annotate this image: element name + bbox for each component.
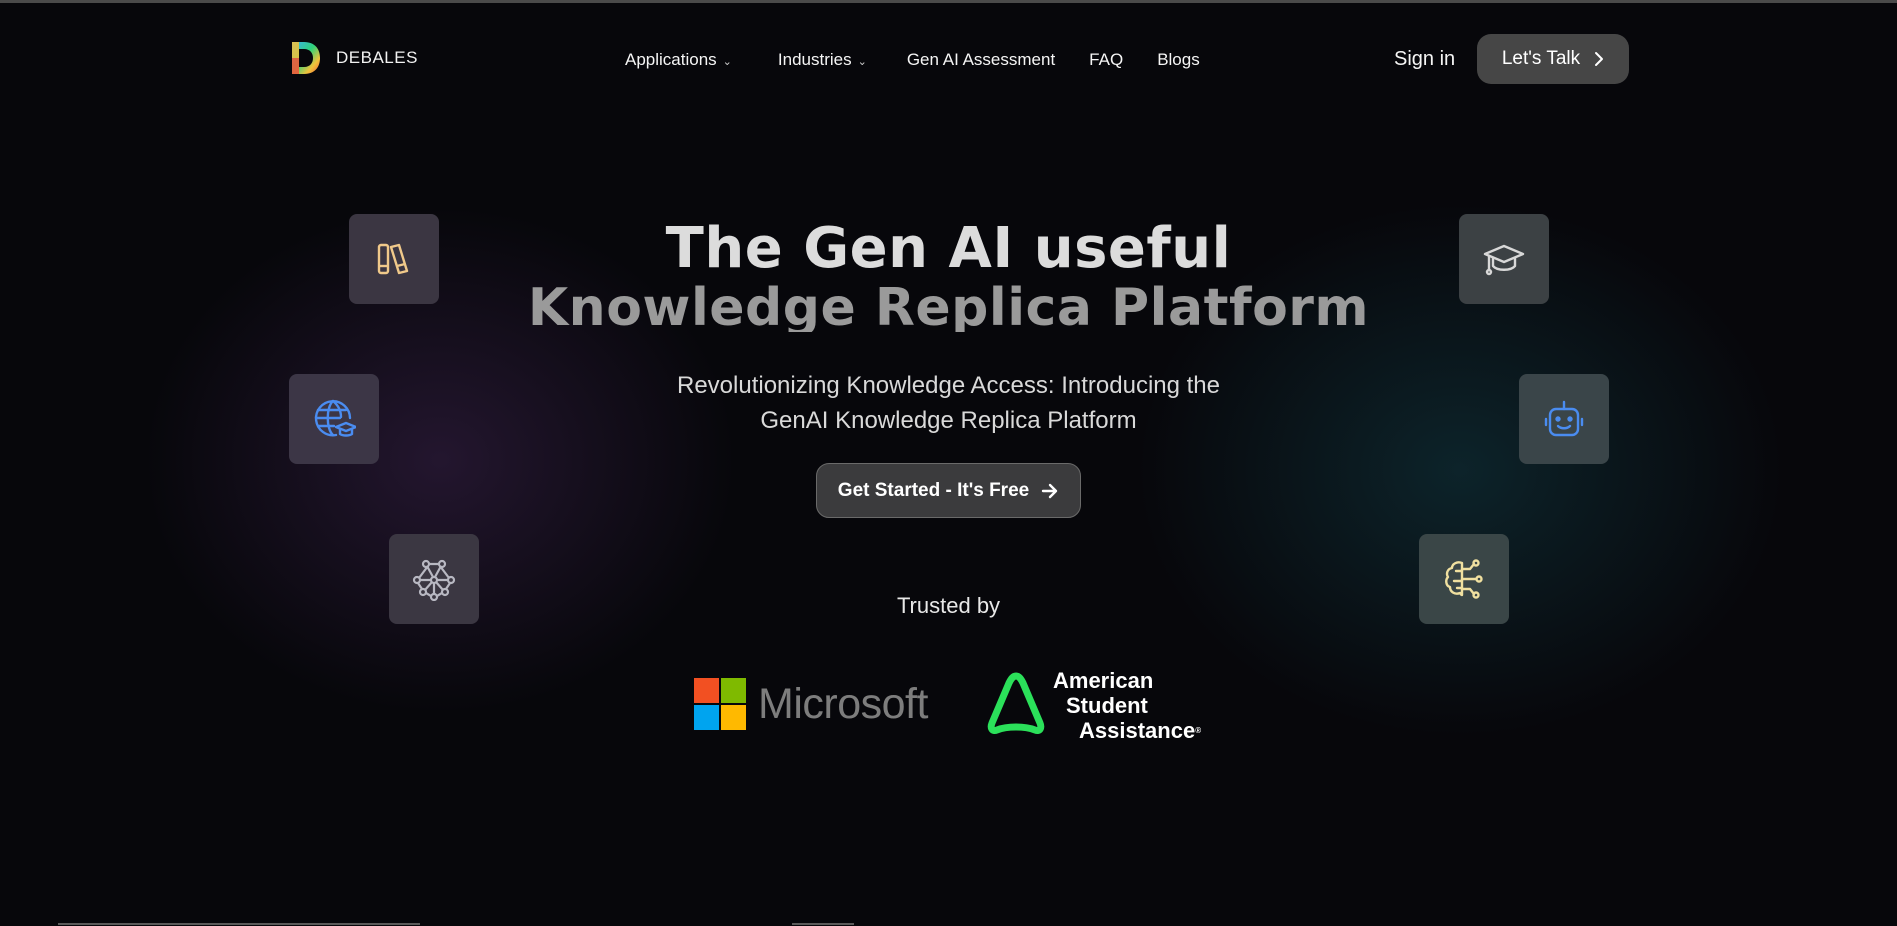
american-student-assistance-logo: American Student Assistance®	[985, 668, 1201, 743]
hero-subtitle-line2: GenAI Knowledge Replica Platform	[760, 407, 1137, 434]
graduation-tile	[1459, 214, 1549, 304]
asa-wordmark: American Student Assistance®	[1053, 668, 1201, 743]
hero-subtitle: Revolutionizing Knowledge Access: Introd…	[600, 368, 1297, 438]
sign-in-link[interactable]: Sign in	[1394, 48, 1455, 71]
main-nav: Applications ⌄ Industries ⌄ Gen AI Asses…	[625, 49, 1200, 71]
asa-line1: American	[1053, 668, 1154, 693]
books-icon	[377, 243, 409, 275]
trusted-by-heading: Trusted by	[896, 593, 1001, 618]
arrow-right-icon	[1042, 483, 1058, 498]
nav-item-applications[interactable]: Applications ⌄	[625, 50, 732, 70]
get-started-button[interactable]: Get Started - It's Free	[816, 463, 1081, 518]
nav-item-label: Industries	[777, 50, 852, 69]
robot-tile	[1519, 374, 1609, 464]
robot-icon	[1544, 400, 1584, 437]
nav-item-industries[interactable]: Industries ⌄	[778, 50, 867, 70]
brand-logo[interactable]: DEBALES	[288, 40, 418, 76]
nav-item-blogs[interactable]: Blogs	[1157, 50, 1200, 70]
microsoft-logo: Microsoft	[694, 678, 928, 730]
chevron-down-icon: ⌄	[857, 55, 867, 68]
debales-logo-icon	[292, 42, 320, 74]
get-started-label: Get Started - It's Free	[837, 479, 1030, 501]
nav-item-label: Blogs	[1157, 50, 1200, 69]
nav-item-label: Applications	[625, 50, 717, 69]
nav-item-label: Gen AI Assessment	[906, 50, 1056, 69]
books-tile	[349, 214, 439, 304]
asa-line2: Student	[1066, 693, 1148, 718]
nav-item-gen-ai-assessment[interactable]: Gen AI Assessment	[907, 50, 1055, 70]
nav-item-faq[interactable]: FAQ	[1089, 50, 1123, 70]
microsoft-squares-icon	[694, 678, 746, 730]
microsoft-wordmark: Microsoft	[758, 679, 928, 728]
hero-title-line2: Knowledge Replica Platform	[527, 278, 1370, 332]
hero-title-line1: The Gen AI useful	[665, 216, 1232, 281]
globe-graduation-icon	[314, 399, 356, 437]
graduation-cap-icon	[1483, 244, 1525, 276]
asa-triangle-icon	[987, 672, 1045, 734]
brand-name: DEBALES	[336, 48, 418, 67]
bottom-divider-center	[792, 923, 854, 925]
bottom-divider-left	[58, 923, 420, 925]
window-top-border	[0, 0, 1897, 3]
chevron-right-icon	[1595, 52, 1604, 66]
globe-tile	[289, 374, 379, 464]
asa-line3: Assistance	[1079, 718, 1196, 743]
chevron-down-icon: ⌄	[722, 55, 732, 68]
hero-subtitle-line1: Revolutionizing Knowledge Access: Introd…	[677, 372, 1220, 399]
lets-talk-button[interactable]: Let's Talk	[1477, 34, 1629, 84]
lets-talk-label: Let's Talk	[1501, 48, 1581, 69]
registered-mark: ®	[1195, 726, 1202, 735]
nav-item-label: FAQ	[1089, 50, 1124, 69]
